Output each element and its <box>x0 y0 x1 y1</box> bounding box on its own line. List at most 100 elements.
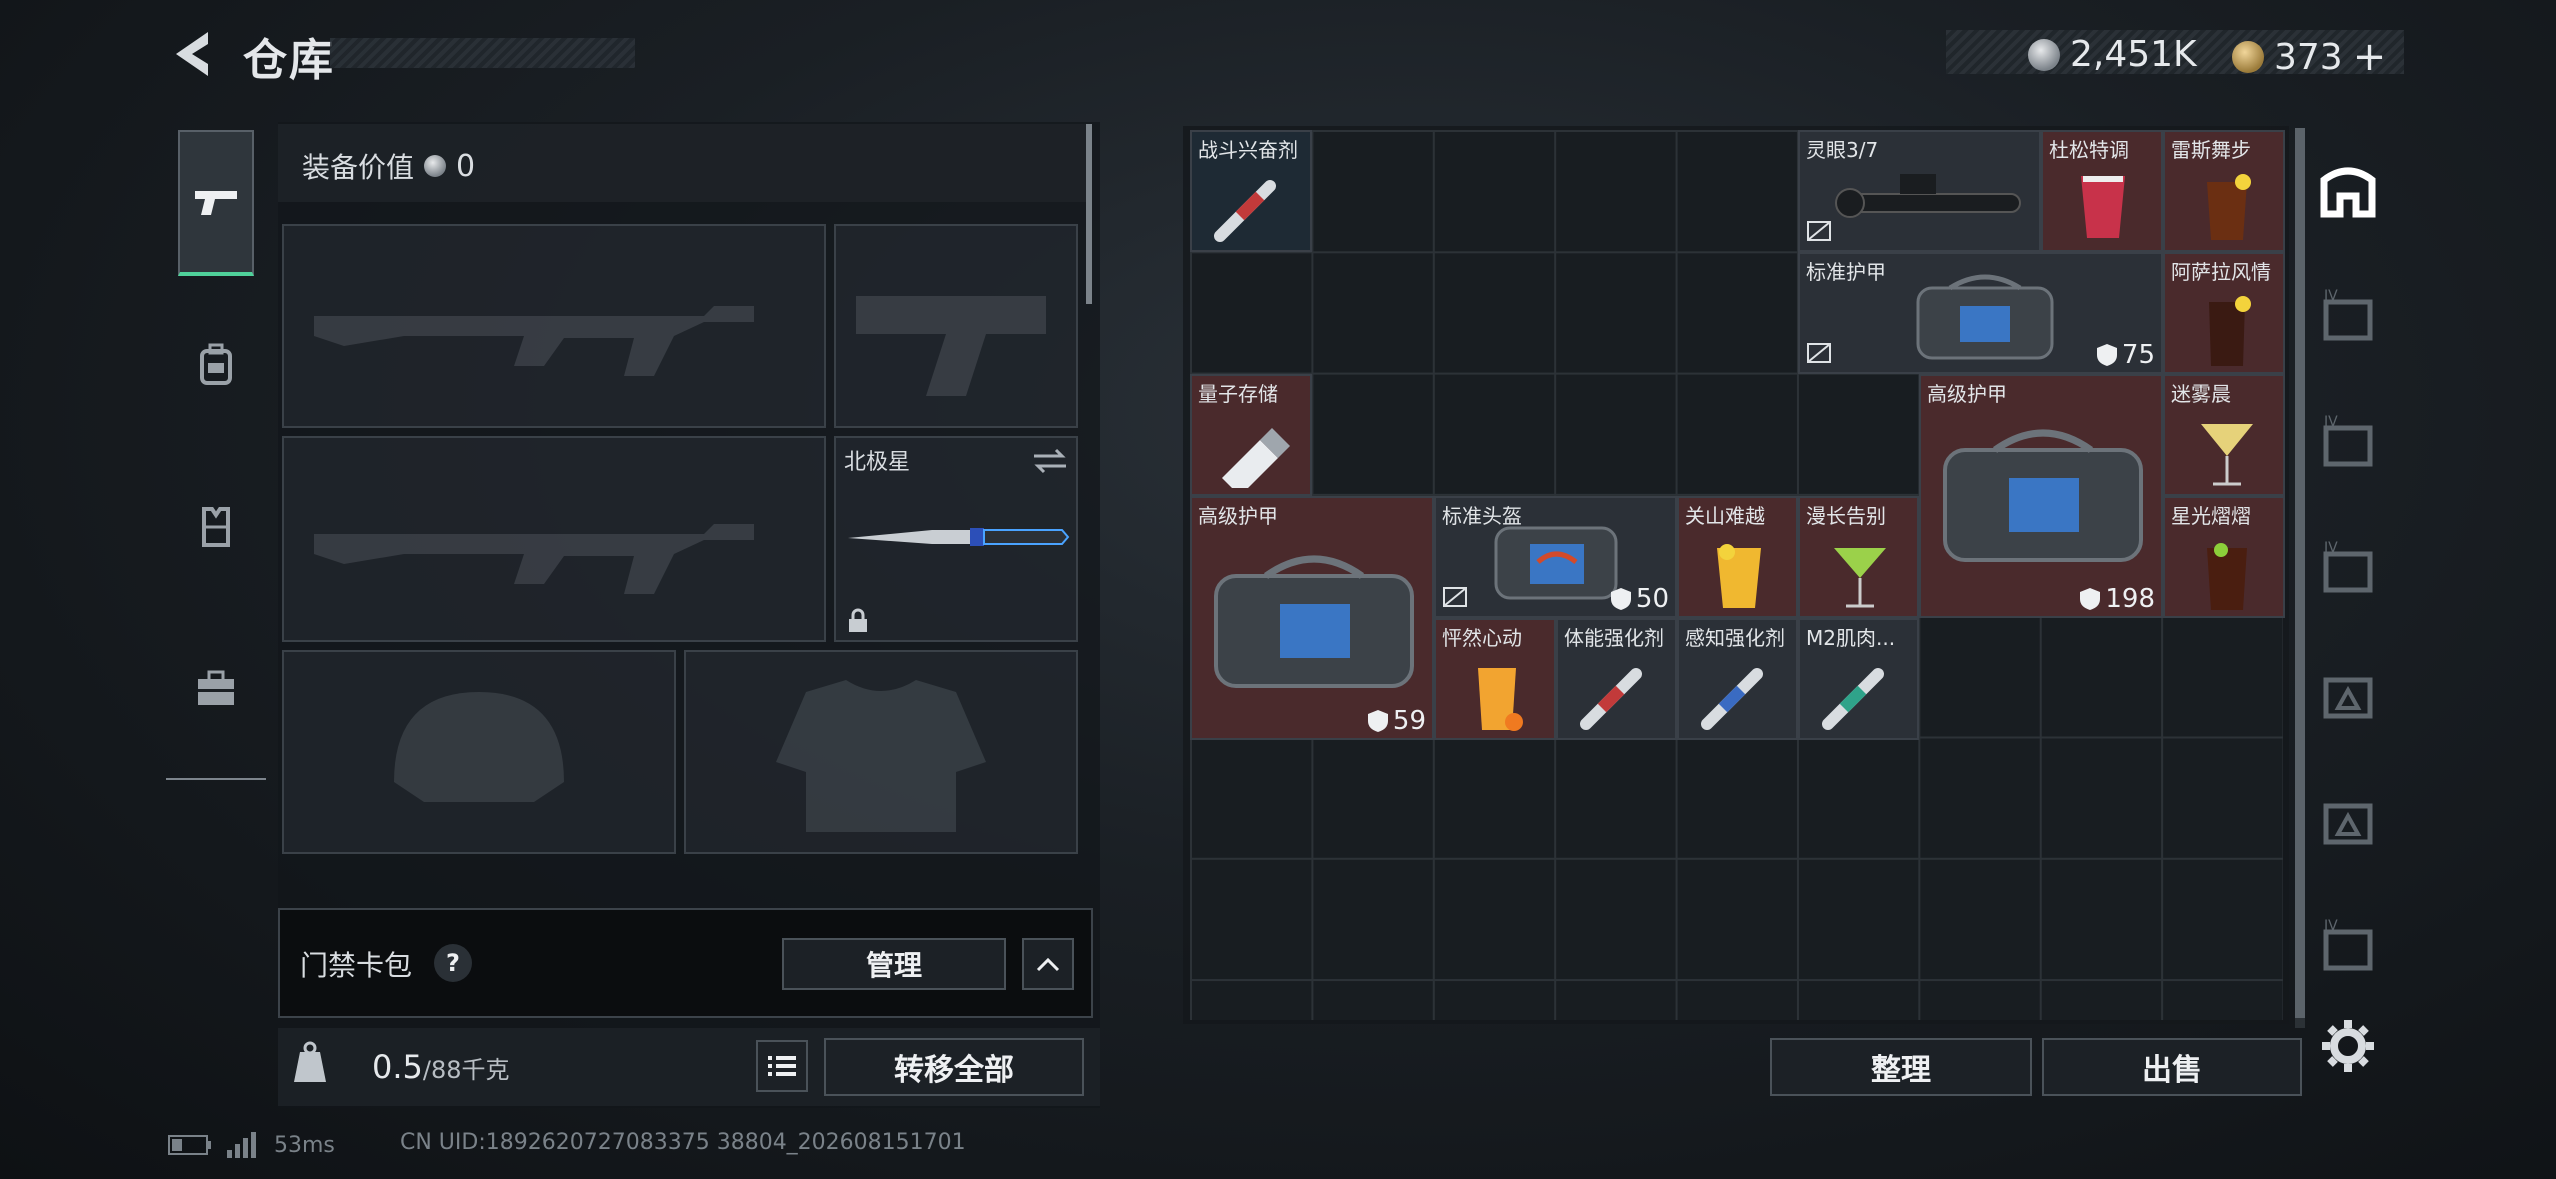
secondary-weapon-slot[interactable] <box>282 436 826 642</box>
stash-item-cocktail[interactable]: 漫长告别 <box>1798 496 1919 618</box>
drink-amber-icon <box>2207 174 2251 240</box>
no-stack-icon <box>1443 587 1467 607</box>
helmet-slot[interactable] <box>282 650 676 854</box>
weight-current: 0.5 <box>372 1048 423 1086</box>
knife-icon <box>848 528 1070 546</box>
armor-bag-icon <box>1214 555 1414 688</box>
stash-page-icon[interactable] <box>2318 664 2378 724</box>
no-stack-icon <box>1807 343 1831 363</box>
svg-text:IV: IV <box>2324 918 2338 934</box>
add-currency-button[interactable]: + <box>2353 34 2387 80</box>
help-button[interactable]: ? <box>434 944 472 982</box>
item-name: 迷雾晨 <box>2171 382 2231 406</box>
melee-name: 北极星 <box>844 450 911 475</box>
stash-item-scope[interactable]: 灵眼3/7 <box>1798 130 2041 252</box>
sell-button[interactable]: 出售 <box>2042 1038 2302 1096</box>
collapse-button[interactable] <box>1022 938 1074 990</box>
drink-green-icon <box>1834 548 1886 608</box>
gear-icon[interactable] <box>2318 1016 2378 1076</box>
item-name: 灵眼3/7 <box>1806 138 1879 162</box>
svg-text:IV: IV <box>2324 540 2338 556</box>
sidearm-slot[interactable] <box>834 224 1078 428</box>
gold-currency[interactable]: 373 + <box>2232 34 2386 80</box>
stash-page-icon[interactable]: IV <box>2318 538 2378 598</box>
signal-icon <box>227 1132 256 1158</box>
pistol-silhouette-icon <box>856 296 1046 396</box>
armor-bag-icon <box>1916 274 2054 360</box>
durability-value: 75 <box>2121 340 2155 370</box>
tab-toolbox[interactable] <box>178 616 254 762</box>
page-title: 仓库 <box>243 35 335 86</box>
weight-icon <box>290 1040 330 1086</box>
silver-currency[interactable]: 2,451K <box>2028 34 2197 75</box>
gun-icon <box>195 191 237 215</box>
stash-item-helmet[interactable]: 标准头盔 50 <box>1434 496 1677 618</box>
stash-page-icon[interactable]: IV <box>2318 412 2378 472</box>
item-name: 漫长告别 <box>1806 504 1886 528</box>
stash-item-combat-stim[interactable]: 战斗兴奋剂 <box>1190 130 1312 252</box>
toolbox-icon <box>198 670 234 705</box>
syringe-icon <box>1214 180 1276 242</box>
stash-item-armor[interactable]: 标准护甲 75 <box>1798 252 2163 374</box>
list-view-button[interactable] <box>756 1040 808 1092</box>
durability: 50 <box>1610 584 1669 614</box>
equipment-value-amount: 0 <box>456 148 476 184</box>
shield-icon <box>2096 344 2117 366</box>
stash-item-cocktail[interactable]: 怦然心动 <box>1434 618 1556 740</box>
tab-backpack[interactable] <box>178 292 254 438</box>
vest-icon <box>202 507 230 547</box>
back-arrow-icon[interactable] <box>168 28 216 80</box>
helmet-bag-icon <box>1494 526 1618 600</box>
melee-slot[interactable]: 北极星 <box>834 436 1078 642</box>
status-bar: 53ms <box>168 1132 335 1158</box>
item-name: 量子存储 <box>1198 382 1278 406</box>
equipment-value: 装备价值 0 <box>302 146 475 186</box>
tab-weapons[interactable] <box>178 130 254 276</box>
battery-icon <box>168 1135 211 1155</box>
tab-vest[interactable] <box>178 454 254 600</box>
stash-scrollbar[interactable] <box>2295 128 2305 1018</box>
item-name: 战斗兴奋剂 <box>1198 138 1298 162</box>
stash-item-stim[interactable]: M2肌肉... <box>1798 618 1919 740</box>
stash-item-cocktail[interactable]: 关山难越 <box>1677 496 1798 618</box>
manage-button[interactable]: 管理 <box>782 938 1006 990</box>
item-name: M2肌肉... <box>1806 626 1896 650</box>
backpack-icon <box>200 343 232 385</box>
item-name: 关山难越 <box>1685 504 1765 528</box>
stash-item-cocktail[interactable]: 星光熠熠 <box>2163 496 2285 618</box>
stash-item-armor[interactable]: 高级护甲 59 <box>1190 496 1434 740</box>
gold-amount: 373 <box>2274 36 2343 78</box>
drink-dark-icon <box>2209 296 2251 366</box>
stash-item-cocktail[interactable]: 阿萨拉风情 <box>2163 252 2285 374</box>
ping: 53ms <box>274 1132 335 1158</box>
stash-page-icon[interactable]: IV <box>2318 286 2378 346</box>
armor-silhouette-icon <box>776 680 986 832</box>
item-name: 标准护甲 <box>1806 260 1886 284</box>
equipment-scrollbar[interactable] <box>1086 124 1092 304</box>
stash-item-armor[interactable]: 高级护甲 198 <box>1919 374 2163 618</box>
stash-page-icon[interactable]: IV <box>2318 916 2378 976</box>
drink-orange-icon <box>1478 668 1523 731</box>
durability-value: 50 <box>1635 584 1669 614</box>
stash-item-quantum-storage[interactable]: 量子存储 <box>1190 374 1312 496</box>
user-uid: CN UID:1892620727083375 38804_2026081517… <box>400 1130 966 1155</box>
silver-amount: 2,451K <box>2070 34 2197 75</box>
armor-slot[interactable] <box>684 650 1078 854</box>
home-stash-icon[interactable] <box>2318 160 2378 220</box>
swap-icon[interactable] <box>1032 446 1068 476</box>
sort-button[interactable]: 整理 <box>1770 1038 2032 1096</box>
stash-item-cocktail[interactable]: 雷斯舞步 <box>2163 130 2285 252</box>
durability: 198 <box>2079 584 2155 614</box>
stash-item-stim[interactable]: 体能强化剂 <box>1556 618 1677 740</box>
equipment-value-label: 装备价值 <box>302 151 415 184</box>
shield-icon <box>1367 710 1388 732</box>
syringe-icon <box>1701 668 1763 730</box>
item-name: 感知强化剂 <box>1685 626 1785 650</box>
stash-page-icon[interactable] <box>2318 790 2378 850</box>
transfer-all-button[interactable]: 转移全部 <box>824 1038 1084 1096</box>
primary-weapon-slot[interactable] <box>282 224 826 428</box>
list-icon <box>768 1056 796 1076</box>
stash-item-stim[interactable]: 感知强化剂 <box>1677 618 1798 740</box>
stash-item-cocktail[interactable]: 迷雾晨 <box>2163 374 2285 496</box>
stash-item-cocktail[interactable]: 杜松特调 <box>2041 130 2163 252</box>
